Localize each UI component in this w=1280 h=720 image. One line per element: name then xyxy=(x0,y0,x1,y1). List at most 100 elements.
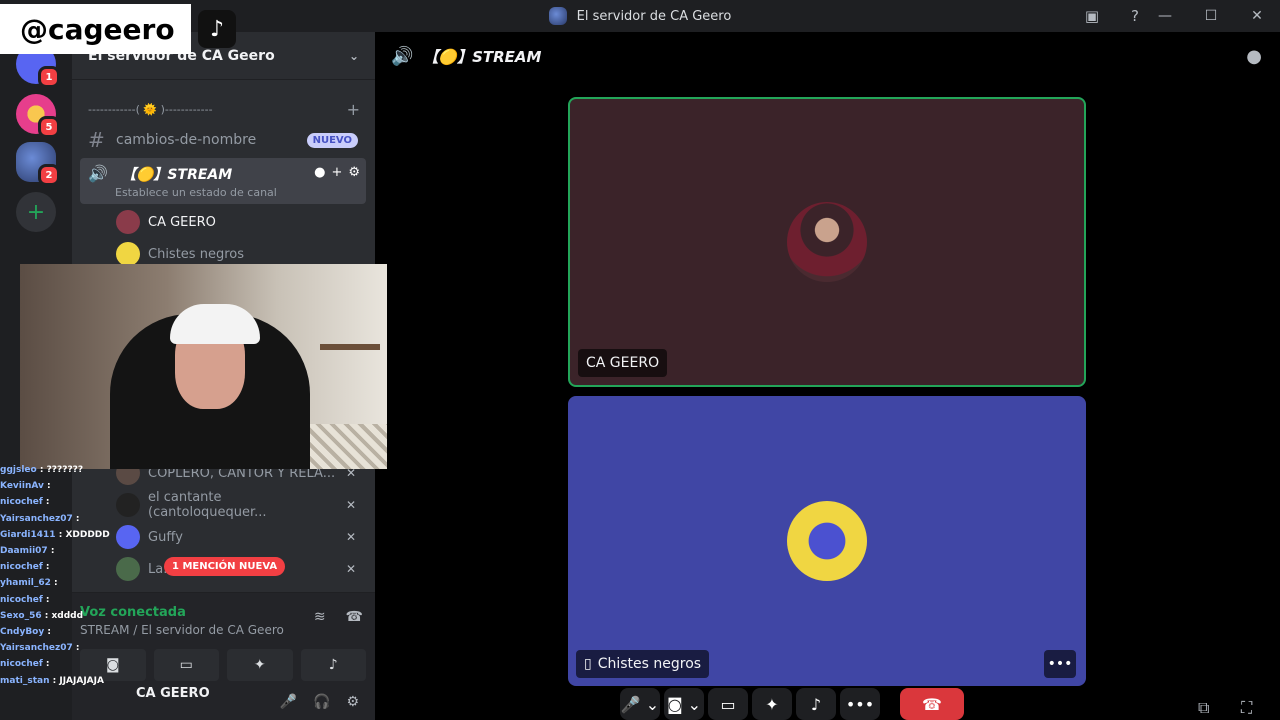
chat-line: ggjsleo : ??????? xyxy=(0,465,84,475)
soundboard-button[interactable]: ♪ xyxy=(300,649,366,681)
chat-line: nicochef : xyxy=(0,594,50,605)
channel-cambios-de-nombre[interactable]: # cambios-de-nombre NUEVO xyxy=(80,124,366,156)
screen-share-button[interactable]: ▭ xyxy=(153,649,219,681)
participant-name: Chistes negros xyxy=(597,656,702,672)
maximize-icon[interactable]: ☐ xyxy=(1188,0,1234,32)
voice-channel-stream[interactable]: 🔊 【🟡】STREAM Establece un estado de canal… xyxy=(80,158,366,204)
chat-line: nicochef : xyxy=(0,659,50,670)
chat-icon[interactable]: ● xyxy=(314,165,325,180)
participant-tile[interactable]: ▯ Chistes negros ••• xyxy=(568,396,1086,686)
new-mention-pill[interactable]: 1 MENCIÓN NUEVA xyxy=(164,557,286,576)
chat-message: XDDDDD xyxy=(65,529,110,540)
guild-icon-1[interactable]: 5 xyxy=(16,94,60,138)
add-server-icon[interactable]: + xyxy=(16,192,56,232)
participant-tile[interactable]: CA GEERO xyxy=(568,97,1086,387)
speaker-icon: 🔊 xyxy=(88,164,108,183)
inbox-icon[interactable]: ▣ xyxy=(1081,6,1103,26)
voice-channel-actions: ● + ⚙ xyxy=(314,165,360,180)
headphones-icon[interactable]: 🎧 xyxy=(313,694,330,710)
voice-user[interactable]: el cantante (cantoloquequer... ✕ xyxy=(116,490,356,520)
screen-share-button[interactable]: ▭ xyxy=(708,688,748,720)
chat-line: nicochef : xyxy=(0,497,50,508)
avatar xyxy=(116,242,140,266)
home-badge: 1 xyxy=(38,66,60,88)
voice-panel-icons: ≋ ☎ xyxy=(314,609,363,625)
minimize-icon[interactable]: — xyxy=(1142,0,1188,32)
fullscreen-icon[interactable]: ⛶ xyxy=(1241,698,1252,718)
close-icon[interactable]: ✕ xyxy=(1234,0,1280,32)
voice-user-name: Guffy xyxy=(148,529,183,545)
speaker-icon: 🔊 xyxy=(391,45,414,67)
popout-icon[interactable]: ⧉ xyxy=(1198,698,1209,718)
category-name: ------------( 🌞 )------------ xyxy=(88,103,213,116)
more-icon[interactable]: ••• xyxy=(840,688,880,720)
user-panel-icons: 🎤 🎧 ⚙ xyxy=(280,694,359,710)
guild-icon-2[interactable]: 2 xyxy=(16,142,60,186)
add-channel-icon[interactable]: + xyxy=(347,100,360,119)
chat-line: CndyBoy : xyxy=(0,627,51,638)
microphone-icon[interactable]: 🎤 xyxy=(280,694,297,710)
more-options-icon[interactable]: ••• xyxy=(1044,650,1076,678)
soundboard-button[interactable]: ♪ xyxy=(796,688,836,720)
window-controls: — ☐ ✕ xyxy=(1142,0,1280,32)
chat-nick: mati_stan xyxy=(0,675,50,686)
chat-nick: yhamil_62 xyxy=(0,578,51,589)
chat-line: mati_stan : JJAJAJAJA xyxy=(0,675,104,686)
guild-1-badge: 5 xyxy=(38,116,60,138)
activities-button[interactable]: ✦ xyxy=(752,688,792,720)
shelf xyxy=(320,344,380,350)
chat-nick: nicochef xyxy=(0,562,43,573)
chat-nick: nicochef xyxy=(0,594,43,605)
chat-line: Daamii07 : xyxy=(0,546,55,557)
chat-nick: nicochef xyxy=(0,659,43,670)
chat-line: yhamil_62 : xyxy=(0,578,58,589)
noise-suppression-icon[interactable]: ≋ xyxy=(314,609,326,625)
chat-nick: CndyBoy xyxy=(0,627,45,638)
muted-icon: ✕ xyxy=(345,498,356,512)
call-controls: 🎤 ⌄ ◙ ⌄ ▭ ✦ ♪ ••• ☎ xyxy=(620,688,1050,720)
gear-icon[interactable]: ⚙ xyxy=(346,694,359,710)
disconnect-icon[interactable]: ☎ xyxy=(346,609,363,625)
voice-user[interactable]: Guffy ✕ xyxy=(116,523,356,551)
voice-user-name: el cantante (cantoloquequer... xyxy=(148,490,267,520)
avatar xyxy=(787,202,867,282)
chat-nick: Giardi1411 xyxy=(0,529,56,540)
webcam-overlay xyxy=(20,264,387,469)
mobile-icon: ▯ xyxy=(584,656,592,672)
chat-nick: KeviinAv xyxy=(0,481,44,492)
guild-2-badge: 2 xyxy=(38,164,60,186)
voice-user-name: CA GEERO xyxy=(148,214,216,230)
text-channel-icon: # xyxy=(88,128,105,152)
title-bar: El servidor de CA Geero ▣ ? — ☐ ✕ xyxy=(0,0,1280,32)
camera-button[interactable]: ◙ ⌄ xyxy=(664,688,704,720)
user-panel: CA GEERO 🎤 🎧 ⚙ xyxy=(72,686,375,720)
chat-line: Giardi1411 : XDDDDD xyxy=(0,529,110,540)
disconnect-button[interactable]: ☎ xyxy=(900,688,964,720)
chat-message: xdddd xyxy=(51,610,84,621)
muted-icon: ✕ xyxy=(345,530,356,544)
streamer-cap xyxy=(170,304,260,344)
streamer-handle: @cageero xyxy=(0,4,191,54)
user-name[interactable]: CA GEERO xyxy=(136,686,210,701)
invite-icon[interactable]: + xyxy=(331,165,342,180)
microphone-button[interactable]: 🎤 ⌄ xyxy=(620,688,660,720)
chat-message: JJAJAJAJA xyxy=(59,675,104,686)
voice-user[interactable]: CA GEERO xyxy=(116,208,356,236)
voice-channel-name: 【🟡】STREAM xyxy=(122,167,233,183)
channel-name: cambios-de-nombre xyxy=(116,132,257,148)
chat-nick: Daamii07 xyxy=(0,546,48,557)
channel-category[interactable]: ------------( 🌞 )------------ + xyxy=(88,100,360,119)
voice-channel-status[interactable]: Establece un estado de canal xyxy=(115,186,277,199)
activities-button[interactable]: ✦ xyxy=(227,649,293,681)
chat-nick: Yairsanchez07 xyxy=(0,643,73,654)
chat-message: ??????? xyxy=(46,465,84,475)
voice-user-name: Chistes negros xyxy=(148,246,244,262)
gear-icon[interactable]: ⚙ xyxy=(348,165,360,180)
muted-icon: ✕ xyxy=(345,562,356,576)
voice-header-name: 【🟡】STREAM xyxy=(423,47,542,66)
chevron-down-icon: ⌄ xyxy=(348,48,359,63)
chat-line: KeviinAv : xyxy=(0,481,51,492)
server-icon xyxy=(548,7,567,25)
chat-icon[interactable]: ● xyxy=(1246,46,1262,67)
participant-label: ▯ Chistes negros xyxy=(576,650,710,678)
